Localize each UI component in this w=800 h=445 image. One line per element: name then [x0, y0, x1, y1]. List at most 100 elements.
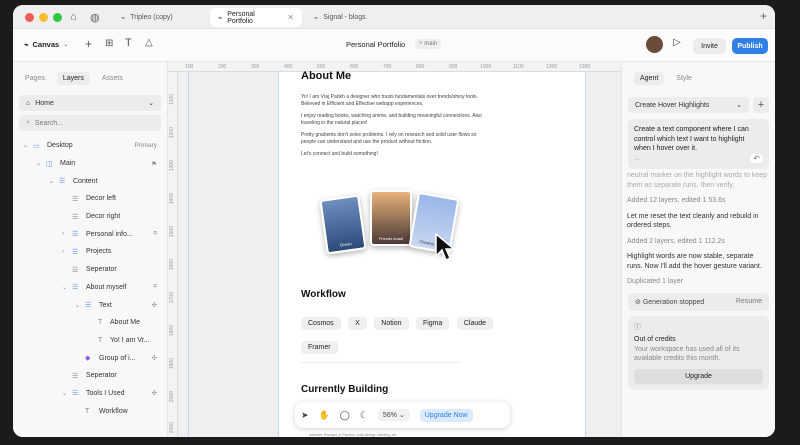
hand-icon[interactable]: ✋: [319, 410, 330, 421]
play-icon[interactable]: ▷: [673, 37, 681, 48]
chevron-down-icon[interactable]: ⌄: [62, 390, 67, 397]
layer-label: Personal info...: [86, 230, 133, 238]
pointer-icon[interactable]: ➤: [301, 410, 309, 421]
chevron-down-icon[interactable]: ⌄: [62, 284, 67, 291]
publish-label: Publish: [737, 42, 763, 50]
layer-seperator[interactable]: ☰ Seperator: [13, 261, 167, 279]
tab-signal-blogs[interactable]: ⌁ Signal - blogs: [306, 8, 374, 27]
chevron-down-icon[interactable]: ⌄: [49, 178, 54, 185]
resume-button[interactable]: Resume: [736, 298, 762, 305]
search-input[interactable]: [34, 119, 135, 127]
frame-icon[interactable]: ⊞: [105, 38, 113, 49]
building-text: website Ravaux & Paxton. wall design lan…: [309, 432, 396, 437]
layer-main[interactable]: ⌄ ◫ Main ⚑: [13, 155, 167, 173]
chevron-down-icon[interactable]: ⌄: [23, 142, 28, 149]
tool-pill[interactable]: Cosmos: [301, 317, 341, 330]
layer-group-of-images[interactable]: ◆ Group of i... ✣: [13, 349, 167, 367]
zoom-select[interactable]: 56% ⌄: [377, 409, 410, 421]
photo-card-friends[interactable]: Friends Avadi: [370, 190, 412, 246]
ruler-tick: 1100: [513, 64, 524, 70]
canvas-menu[interactable]: ⌁ Canvas ⌄: [24, 40, 68, 49]
comment-icon[interactable]: ◯: [340, 410, 350, 421]
layer-decor-left[interactable]: ☰ Decor left: [13, 190, 167, 208]
new-tab-button[interactable]: +: [760, 9, 767, 23]
photo-card-ocean[interactable]: Ocean: [319, 194, 367, 255]
insert-icon[interactable]: +: [85, 37, 92, 51]
close-tab-icon[interactable]: ✕: [287, 13, 294, 22]
flag-icon[interactable]: ⚑: [151, 160, 157, 168]
about-heading[interactable]: About Me: [301, 70, 351, 82]
home-icon: ⌂: [26, 99, 31, 107]
vector-icon[interactable]: △: [145, 37, 153, 48]
ruler-tick: 1500: [169, 226, 175, 238]
ruler-tick: 1300: [579, 64, 591, 70]
publish-button[interactable]: Publish: [732, 38, 768, 54]
branch-badge[interactable]: ⑂ main: [415, 39, 442, 49]
activity-log: Added 12 layers, edited 1 53.6s: [627, 197, 726, 204]
activity-log: Added 2 layers, edited 1 112.2s: [627, 237, 725, 245]
chevron-right-icon[interactable]: ›: [62, 231, 64, 237]
portfolio-page[interactable]: About Me Yo! I am Vraj Parikh a designer…: [278, 70, 586, 437]
building-heading[interactable]: Currently Building: [301, 384, 388, 395]
layer-text[interactable]: ⌄ ☰ Text ✣: [13, 296, 167, 314]
tab-personal-portfolio[interactable]: ⌁ Personal Portfolio ✕: [210, 8, 302, 27]
home-icon[interactable]: ⌂: [70, 11, 77, 23]
upgrade-now-button[interactable]: Upgrade Now: [419, 408, 473, 422]
tool-pill[interactable]: Claude: [456, 317, 494, 330]
chevron-down-icon: ⌄: [736, 102, 742, 109]
layer-seperator-2[interactable]: ☰ Seperator: [13, 367, 167, 385]
layer-yo-i-am[interactable]: T Yo! I am Vr...: [13, 332, 167, 350]
canvas[interactable]: 100 200 300 400 500 600 700 800 900 1000…: [168, 62, 621, 437]
upgrade-button[interactable]: Upgrade: [634, 368, 763, 384]
layer-workflow[interactable]: T Workflow: [13, 402, 167, 420]
tab-tripleo[interactable]: ⌁ Tripleo (copy): [113, 8, 181, 27]
workflow-heading[interactable]: Workflow: [301, 289, 346, 300]
layer-about-myself[interactable]: ⌄ ☰ About myself ⌗: [13, 279, 167, 297]
thread-select[interactable]: Create Hover Highlights ⌄: [628, 97, 749, 113]
tab-pages[interactable]: Pages: [25, 75, 45, 82]
invite-label: Invite: [701, 42, 718, 50]
layer-personal-info[interactable]: › ☰ Personal info... ⌗: [13, 225, 167, 243]
layer-desktop[interactable]: ⌄ ▭ Desktop Primary: [13, 137, 167, 155]
tool-pill[interactable]: Figma: [415, 317, 450, 330]
text-tool-icon[interactable]: T: [125, 37, 132, 49]
moon-icon[interactable]: ☾: [360, 410, 368, 421]
tab-assets[interactable]: Assets: [102, 75, 123, 82]
bottom-toolbar: ➤ ✋ ◯ ☾ 56% ⌄ Upgrade Now: [295, 402, 510, 428]
layer-search[interactable]: ⌕: [19, 115, 161, 131]
tab-style[interactable]: Style: [676, 75, 692, 82]
framer-icon: ⌁: [314, 14, 319, 22]
tab-layers[interactable]: Layers: [56, 72, 90, 85]
maximize-window-button[interactable]: [53, 13, 62, 22]
layer-label: Decor left: [86, 195, 116, 203]
layer-about-me[interactable]: T About Me: [13, 314, 167, 332]
invite-button[interactable]: Invite: [693, 38, 726, 54]
undo-icon[interactable]: ↶: [750, 153, 763, 163]
ruler-tick: 1100: [169, 94, 175, 105]
credits-card: ⓘ Out of credits Your workspace has used…: [628, 315, 769, 390]
layer-projects[interactable]: › ☰ Projects: [13, 243, 167, 261]
avatar[interactable]: [646, 36, 663, 53]
globe-icon[interactable]: ◍: [90, 11, 100, 24]
page-select[interactable]: ⌂ Home ⌄: [19, 95, 161, 111]
tool-pill[interactable]: Framer: [301, 341, 338, 354]
layer-content[interactable]: ⌄ ☰ Content: [13, 172, 167, 190]
minimize-window-button[interactable]: [39, 13, 48, 22]
chevron-right-icon[interactable]: ›: [62, 249, 64, 255]
project-title[interactable]: Personal Portfolio: [346, 40, 405, 49]
layer-tools-i-used[interactable]: ⌄ ☰ Tools I Used ✣: [13, 385, 167, 403]
tool-pill[interactable]: Notion: [374, 317, 409, 330]
info-icon: ⓘ: [634, 323, 641, 331]
chevron-down-icon[interactable]: ⌄: [75, 302, 80, 309]
divider: [301, 362, 461, 363]
chevron-down-icon[interactable]: ⌄: [36, 160, 41, 167]
agent-message: neutral marker on the highlight words to…: [627, 172, 768, 189]
close-window-button[interactable]: [25, 13, 34, 22]
about-text[interactable]: Yo! I am Vraj Parikh a designer who trus…: [301, 94, 486, 158]
tab-agent[interactable]: Agent: [634, 72, 665, 85]
layer-decor-right[interactable]: ☰ Decor right: [13, 208, 167, 226]
layer-label: Text: [99, 301, 112, 309]
new-thread-button[interactable]: +: [753, 97, 769, 113]
layer-label: Content: [73, 177, 98, 185]
tool-pill[interactable]: X: [348, 317, 367, 330]
